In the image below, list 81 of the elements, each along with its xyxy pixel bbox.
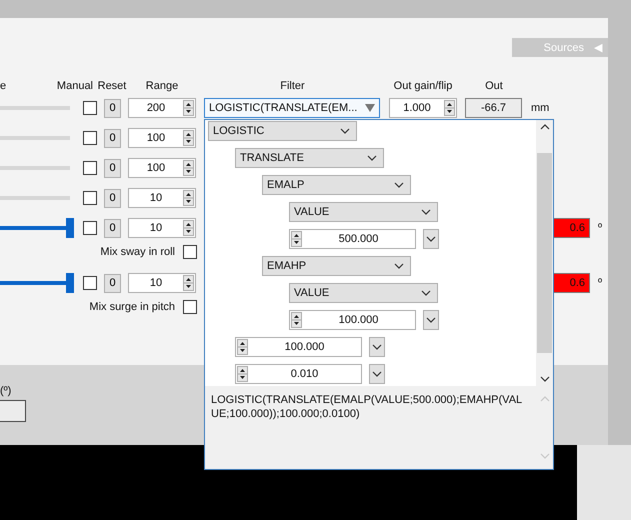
spin-arrows-icon[interactable] [183,100,194,116]
chevron-down-icon [421,209,431,215]
dropdown-button[interactable] [369,364,385,384]
function-dropdown[interactable]: TRANSLATE [235,148,384,168]
checkbox[interactable] [83,131,97,145]
value-field[interactable] [0,400,26,422]
column-header: Range [146,80,178,92]
unit-label: mm [531,102,550,114]
checkbox[interactable] [83,191,97,205]
checkbox[interactable] [183,245,197,259]
reset-button[interactable]: 0 [104,274,121,292]
checkbox[interactable] [83,161,97,175]
checkbox[interactable] [83,221,97,235]
reset-button[interactable]: 0 [104,188,121,208]
column-header: e [0,80,6,92]
spin-arrows-icon[interactable] [237,366,248,382]
range-spinner[interactable]: 10 [128,218,196,238]
scroll-up-icon [540,396,550,402]
spin-arrows-icon[interactable] [183,275,194,291]
range-spinner[interactable]: 10 [128,273,196,293]
option-label: Mix surge in pitch [89,301,175,313]
column-header: Manual [56,80,93,92]
unit-label: º [598,277,604,289]
spin-arrows-icon[interactable] [237,339,248,355]
checkbox[interactable] [83,101,97,115]
option-label: Mix sway in roll [100,246,175,258]
expression-text: LOGISTIC(TRANSLATE(EMALP(VALUE;500.000);EMAHP(VALUE;100.000));100.000;0.0100) [210,393,524,422]
chevron-down-icon [372,371,382,377]
dropdown-button[interactable] [423,229,439,249]
function-dropdown[interactable]: VALUE [289,202,438,222]
reset-button[interactable]: 0 [104,158,121,178]
number-spinner[interactable]: 100.000 [289,310,416,330]
checkbox[interactable] [183,300,197,314]
output-value: 0.6 [553,218,590,238]
range-spinner[interactable]: 200 [128,98,196,118]
spin-arrows-icon[interactable] [291,231,302,247]
column-header: Reset [98,80,126,92]
range-spinner[interactable]: 10 [128,188,196,208]
chevron-down-icon [421,290,431,296]
dropdown-button[interactable] [369,337,385,357]
range-spinner[interactable]: 100 [128,128,196,148]
function-dropdown[interactable]: EMAHP [262,256,411,276]
function-dropdown[interactable]: VALUE [289,283,438,303]
number-spinner[interactable]: 100.000 [235,337,362,357]
scroll-down-icon[interactable] [540,376,550,382]
checkbox[interactable] [83,276,97,290]
number-spinner[interactable]: 0.010 [235,364,362,384]
reset-button[interactable]: 0 [104,218,121,238]
function-dropdown[interactable]: EMALP [262,175,411,195]
range-spinner[interactable]: 100 [128,158,196,178]
scrollbar[interactable] [536,120,553,386]
filter-dropdown[interactable]: LOGISTIC(TRANSLATE(EM... [204,98,380,118]
chevron-down-icon [394,182,404,188]
chevron-down-icon [372,344,382,350]
spin-arrows-icon[interactable] [444,100,455,116]
chevron-down-icon [426,317,436,323]
reset-button[interactable]: 0 [104,98,121,118]
column-header: Filter [280,80,305,92]
spin-arrows-icon[interactable] [183,160,194,176]
unit-label: º [598,222,604,234]
function-dropdown[interactable]: LOGISTIC [208,121,357,141]
dropdown-button[interactable] [423,310,439,330]
number-spinner[interactable]: 500.000 [289,229,416,249]
spin-arrows-icon[interactable] [183,220,194,236]
output-value: 0.6 [553,273,590,293]
chevron-down-icon [340,128,350,134]
reset-button[interactable]: 0 [104,128,121,148]
dropdown-arrow-icon [365,104,375,112]
gain-spinner[interactable]: 1.000 [389,98,457,118]
spin-arrows-icon[interactable] [291,312,302,328]
spin-arrows-icon[interactable] [183,190,194,206]
column-header: Out gain/flip [394,80,452,92]
output-value: -66.7 [465,98,522,118]
chevron-down-icon [394,263,404,269]
scroll-up-icon[interactable] [540,124,550,130]
chevron-down-icon [367,155,377,161]
column-header: Out [485,80,503,92]
scroll-down-icon [540,453,550,459]
unit-label: (º) [0,385,12,397]
spin-arrows-icon[interactable] [183,130,194,146]
chevron-down-icon [426,236,436,242]
